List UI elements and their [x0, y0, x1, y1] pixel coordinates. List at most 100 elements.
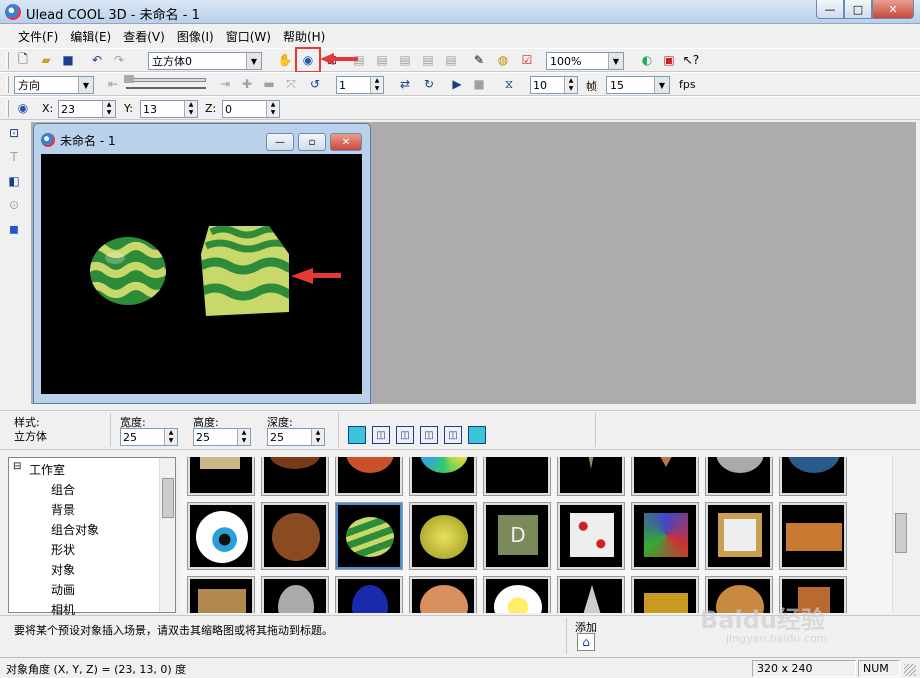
timeline-thumb[interactable]	[124, 75, 134, 83]
menu-edit[interactable]: 编辑(E)	[64, 26, 117, 46]
striped-ball[interactable]	[86, 237, 166, 305]
collapse-icon[interactable]: ⊟	[13, 461, 21, 472]
cube-icon[interactable]: ◼	[5, 220, 23, 238]
thumbnail[interactable]	[631, 502, 699, 570]
menu-file[interactable]: 文件(F)	[12, 26, 64, 46]
add-keyframe-icon[interactable]: ✚	[238, 75, 256, 93]
align-bottom-icon[interactable]: ▤	[442, 51, 460, 69]
thumbnail[interactable]	[705, 457, 773, 496]
thumbnail[interactable]	[409, 457, 477, 496]
bevel-style-2-icon[interactable]: ◫	[372, 426, 390, 444]
thumbnail[interactable]	[335, 457, 403, 496]
align-right-icon[interactable]: ▤	[396, 51, 414, 69]
tree-scrollbar[interactable]	[159, 458, 175, 612]
check-icon[interactable]: ☑	[518, 51, 536, 69]
light-icon[interactable]: ✎	[470, 51, 488, 69]
bevel-style-5-icon[interactable]: ◫	[444, 426, 462, 444]
mode-combo[interactable]: 方向 ▼	[14, 76, 94, 94]
thumbnail[interactable]	[409, 502, 477, 570]
new-file-icon[interactable]: 🗋	[14, 51, 32, 69]
keyframe-next-icon[interactable]: ⇥	[216, 75, 234, 93]
keyframe-icon[interactable]: ⇤	[104, 75, 122, 93]
pingpong-icon[interactable]: ⇄	[396, 75, 414, 93]
doc-close-button[interactable]: ✕	[330, 133, 362, 151]
thumbnail-selected[interactable]	[335, 502, 403, 570]
thumbnail[interactable]	[409, 576, 477, 613]
redo-icon[interactable]: ↷	[110, 51, 128, 69]
gallery-scrollbar[interactable]	[892, 457, 909, 613]
toolbar-grip[interactable]	[6, 100, 9, 117]
thumbnail[interactable]	[261, 502, 329, 570]
scrollbar-thumb[interactable]	[895, 513, 907, 553]
menu-window[interactable]: 窗口(W)	[220, 26, 277, 46]
frame-spinner[interactable]: 1 ▲ ▼	[336, 76, 384, 94]
export-icon[interactable]: ▣	[660, 51, 678, 69]
thumbnail[interactable]	[187, 576, 255, 613]
thumbnail[interactable]	[779, 457, 847, 496]
resize-grip-icon[interactable]	[904, 664, 916, 676]
thumbnail[interactable]	[261, 576, 329, 613]
doc-minimize-button[interactable]: —	[266, 133, 294, 151]
loop-icon[interactable]: ↻	[420, 75, 438, 93]
render-icon[interactable]: ◐	[638, 51, 656, 69]
play-icon[interactable]: ▶	[448, 75, 466, 93]
add-to-library-icon[interactable]: ⌂	[577, 633, 595, 651]
thumbnail[interactable]	[483, 576, 551, 613]
striped-cube[interactable]	[201, 226, 313, 316]
x-spinner[interactable]: 23 ▲ ▼	[58, 100, 116, 118]
scrollbar-thumb[interactable]	[162, 478, 174, 518]
bevel-style-1-icon[interactable]	[348, 426, 366, 444]
width-spinner[interactable]: 25 ▲ ▼	[120, 428, 178, 446]
hand-icon[interactable]: ✋	[276, 51, 294, 69]
close-button[interactable]: ✕	[872, 0, 914, 19]
render-canvas[interactable]	[41, 154, 362, 394]
y-spinner[interactable]: 13 ▲ ▼	[140, 100, 198, 118]
menu-view[interactable]: 查看(V)	[117, 26, 171, 46]
bevel-style-4-icon[interactable]: ◫	[420, 426, 438, 444]
tree-item[interactable]: 动画	[51, 581, 75, 598]
thumbnail[interactable]	[631, 457, 699, 496]
bevel-style-6-icon[interactable]	[468, 426, 486, 444]
doc-maximize-button[interactable]: ▫	[298, 133, 326, 151]
insert-object-icon[interactable]: ◧	[5, 172, 23, 190]
height-spinner[interactable]: 25 ▲ ▼	[193, 428, 251, 446]
bevel-style-3-icon[interactable]: ◫	[396, 426, 414, 444]
tree-item[interactable]: 组合对象	[51, 521, 99, 538]
toolbar-grip[interactable]	[6, 76, 9, 93]
globe-icon[interactable]: ◍	[494, 51, 512, 69]
thumbnail[interactable]	[557, 502, 625, 570]
thumbnail[interactable]	[187, 457, 255, 496]
zoom-combo[interactable]: 100% ▼	[546, 52, 624, 70]
thumbnail[interactable]	[557, 457, 625, 496]
tree-item[interactable]: 对象	[51, 561, 75, 578]
loop-back-icon[interactable]: ↺	[306, 75, 324, 93]
thumbnail[interactable]	[705, 502, 773, 570]
reverse-icon[interactable]: ⤧	[282, 75, 300, 93]
timeline-slider[interactable]	[126, 78, 206, 82]
remove-keyframe-icon[interactable]: ▬	[260, 75, 278, 93]
edit-text-icon[interactable]: T	[5, 148, 23, 166]
object-move-icon[interactable]: ◉	[14, 99, 32, 117]
thumbnail[interactable]	[631, 576, 699, 613]
z-spinner[interactable]: 0 ▲ ▼	[222, 100, 280, 118]
thumbnail[interactable]	[187, 502, 255, 570]
toolbar-grip[interactable]	[6, 52, 9, 69]
text-icon[interactable]: ⊡	[5, 124, 23, 142]
align-center-icon[interactable]: ▤	[373, 51, 391, 69]
thumbnail[interactable]: D	[483, 502, 551, 570]
stop-icon[interactable]: ■	[470, 75, 488, 93]
object-move-icon[interactable]: ◉	[295, 47, 321, 73]
tree-item[interactable]: 背景	[51, 501, 75, 518]
open-folder-icon[interactable]: ▰	[37, 51, 55, 69]
menu-image[interactable]: 图像(I)	[171, 26, 220, 46]
tree-item[interactable]: 形状	[51, 541, 75, 558]
save-icon[interactable]: ■	[59, 51, 77, 69]
zoom-object-icon[interactable]: ⊙	[5, 196, 23, 214]
thumbnail[interactable]	[483, 457, 551, 496]
help-pointer-icon[interactable]: ↖?	[682, 51, 700, 69]
minimize-button[interactable]: —	[816, 0, 844, 19]
speed-icon[interactable]: ⧖	[500, 75, 518, 93]
tree-root[interactable]: 工作室	[29, 461, 65, 478]
undo-icon[interactable]: ↶	[88, 51, 106, 69]
speed-spinner[interactable]: 10 ▲ ▼	[530, 76, 578, 94]
